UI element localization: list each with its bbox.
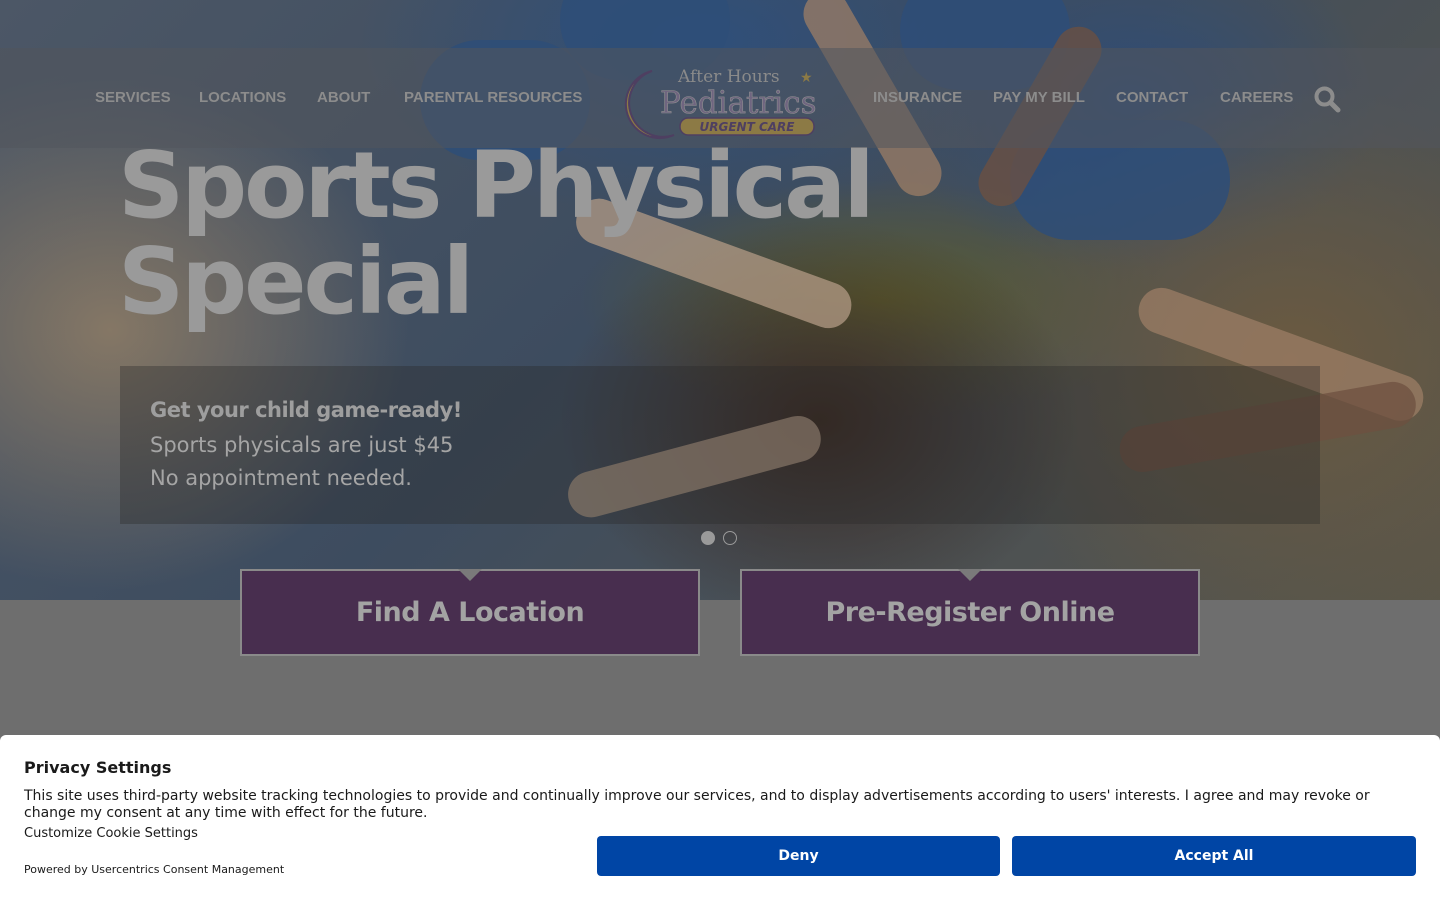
customize-cookie-settings-link[interactable]: Customize Cookie Settings	[24, 826, 198, 841]
pre-register-label: Pre-Register Online	[825, 597, 1115, 628]
caption-price: Sports physicals are just $45	[150, 433, 454, 457]
hero-title-line1: Sports Physical	[118, 132, 875, 239]
consent-text: This site uses third-party website track…	[24, 788, 1370, 821]
logo-text-line1: After Hours	[677, 67, 780, 87]
nav-about[interactable]: ABOUT	[317, 89, 370, 106]
cta-notch	[958, 569, 982, 581]
nav-locations[interactable]: LOCATIONS	[199, 89, 286, 106]
cta-notch	[458, 569, 482, 581]
nav-contact[interactable]: CONTACT	[1116, 89, 1188, 106]
deny-button[interactable]: Deny	[597, 836, 1000, 876]
hero-title: Sports Physical Special	[118, 132, 875, 335]
consent-title: Privacy Settings	[24, 758, 172, 777]
nav-parental-resources[interactable]: PARENTAL RESOURCES	[404, 89, 582, 106]
accept-all-button[interactable]: Accept All	[1012, 836, 1416, 876]
consent-powered-by: Powered by Usercentrics Consent Manageme…	[24, 863, 285, 876]
site-logo[interactable]: After Hours ★ Pediatrics URGENT CARE	[618, 65, 824, 143]
nav-pay-my-bill[interactable]: PAY MY BILL	[993, 89, 1085, 106]
caption-appointment: No appointment needed.	[150, 466, 412, 490]
logo-star-icon: ★	[800, 70, 813, 86]
privacy-consent-banner: Privacy Settings This site uses third-pa…	[0, 735, 1440, 900]
logo-text-line2: Pediatrics	[660, 85, 817, 121]
hero-caption: Get your child game-ready! Sports physic…	[120, 366, 1320, 524]
slider-dots	[701, 531, 737, 545]
nav-insurance[interactable]: INSURANCE	[873, 89, 962, 106]
slider-dot-1[interactable]	[701, 531, 715, 545]
search-icon[interactable]	[1313, 85, 1341, 113]
pre-register-button[interactable]: Pre-Register Online	[740, 569, 1200, 656]
hero-title-line2: Special	[118, 228, 474, 335]
logo-text-line3: URGENT CARE	[700, 120, 796, 134]
nav-careers[interactable]: CAREERS	[1220, 89, 1293, 106]
find-location-button[interactable]: Find A Location	[240, 569, 700, 656]
nav-services[interactable]: SERVICES	[95, 89, 171, 106]
caption-heading: Get your child game-ready!	[150, 398, 462, 422]
find-location-label: Find A Location	[355, 597, 585, 628]
slider-dot-2[interactable]	[723, 531, 737, 545]
